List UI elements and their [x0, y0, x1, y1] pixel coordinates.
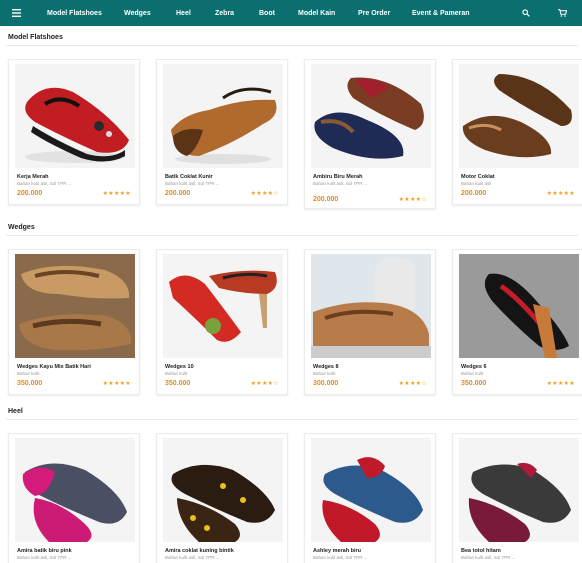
section-divider	[6, 45, 578, 46]
product-name[interactable]: Wedges Kayu Mix Batik Hari	[17, 364, 91, 370]
search-button[interactable]	[516, 0, 536, 26]
nav-link-model-kain[interactable]: Model Kain	[298, 10, 335, 17]
rating-stars: ★★★★☆	[250, 381, 279, 387]
product-name[interactable]: Motor Coklat	[461, 174, 495, 180]
product-card[interactable]: Bea totol hitam Bahan kulit asli, Sol TP…	[452, 433, 582, 563]
product-image[interactable]	[459, 254, 579, 358]
product-card[interactable]: Wedges 8 Bahan kulit 300.000 ★★★★☆	[304, 249, 436, 395]
product-description: Bahan kulit asli	[461, 181, 492, 186]
nav-link-event-pameran[interactable]: Event & Pameran	[412, 10, 470, 17]
product-name[interactable]: Batik Coklat Kunir	[165, 174, 213, 180]
product-name[interactable]: Ashley merah biru	[313, 548, 361, 554]
product-image[interactable]	[311, 254, 431, 358]
product-image[interactable]	[311, 64, 431, 168]
product-card[interactable]: Wedges 6 Bahan kulit 350.000 ★★★★★	[452, 249, 582, 395]
product-price: 350.000	[17, 380, 43, 387]
product-image[interactable]	[163, 254, 283, 358]
product-name[interactable]: Kerja Merah	[17, 174, 49, 180]
product-image[interactable]	[311, 438, 431, 542]
product-card[interactable]: Motor Coklat Bahan kulit asli 200.000 ★★…	[452, 59, 582, 205]
product-card[interactable]: Batik Coklat Kunir Bahan kulit asli, Sol…	[156, 59, 288, 205]
product-price: 200.000	[17, 190, 43, 197]
nav-link-wedges[interactable]: Wedges	[124, 10, 151, 17]
product-price: 350.000	[165, 380, 191, 387]
nav-link-heel[interactable]: Heel	[176, 10, 191, 17]
nav-link-zebra[interactable]: Zebra	[215, 10, 234, 17]
nav-link-model-flatshoes[interactable]: Model Flatshoes	[47, 10, 102, 17]
product-description: Bahan kulit asli, Sol TPR ...	[17, 555, 72, 560]
product-image[interactable]	[459, 64, 579, 168]
product-description: Bahan kulit	[165, 371, 188, 376]
product-description: Bahan kulit asli, Sol TPR ...	[165, 555, 220, 560]
product-description: Bahan kulit asli, Sol TPR ...	[313, 555, 368, 560]
product-name[interactable]: Bea totol hitam	[461, 548, 501, 554]
cart-icon	[557, 9, 567, 17]
product-card[interactable]: Wedges 10 Bahan kulit 350.000 ★★★★☆	[156, 249, 288, 395]
nav-link-boot[interactable]: Boot	[259, 10, 275, 17]
product-price: 200.000	[461, 190, 487, 197]
product-name[interactable]: Amira coklat kuning bintik	[165, 548, 234, 554]
product-image[interactable]	[15, 254, 135, 358]
top-navbar: Model Flatshoes Wedges Heel Zebra Boot M…	[0, 0, 582, 26]
rating-stars: ★★★★★	[546, 381, 575, 387]
product-image[interactable]	[459, 438, 579, 542]
menu-toggle-button[interactable]	[0, 0, 32, 26]
product-card[interactable]: Ambiru Biru Merah Bahan kulit asli, Sol …	[304, 59, 436, 209]
section-divider	[6, 235, 578, 236]
product-description: Bahan kulit	[17, 371, 40, 376]
product-price: 200.000	[165, 190, 191, 197]
nav-link-pre-order[interactable]: Pre Order	[358, 10, 390, 17]
product-name[interactable]: Wedges 8	[313, 364, 339, 370]
product-name[interactable]: Amira batik biru pink	[17, 548, 72, 554]
product-image[interactable]	[163, 438, 283, 542]
rating-stars: ★★★★★	[102, 191, 131, 197]
product-name[interactable]: Wedges 6	[461, 364, 487, 370]
product-description: Bahan kulit	[313, 371, 336, 376]
hamburger-icon	[11, 9, 21, 17]
rating-stars: ★★★★★	[546, 191, 575, 197]
search-icon	[522, 9, 530, 17]
product-description: Bahan kulit asli, Sol TPR ...	[165, 181, 220, 186]
product-name[interactable]: Wedges 10	[165, 364, 194, 370]
rating-stars: ★★★★★	[102, 381, 131, 387]
product-price: 300.000	[313, 380, 339, 387]
cart-button[interactable]	[552, 0, 572, 26]
product-description: Bahan kulit asli, Sol TPR ...	[17, 181, 72, 186]
rating-stars: ★★★★☆	[398, 381, 427, 387]
product-card[interactable]: Kerja Merah Bahan kulit asli, Sol TPR ..…	[8, 59, 140, 205]
section-title-flatshoes: Model Flatshoes	[8, 34, 63, 41]
product-price: 350.000	[461, 380, 487, 387]
product-description: Bahan kulit	[461, 371, 484, 376]
rating-stars: ★★★★☆	[250, 191, 279, 197]
product-name[interactable]: Ambiru Biru Merah	[313, 174, 363, 180]
section-divider	[6, 419, 578, 420]
product-card[interactable]: Ashley merah biru Bahan kulit asli, Sol …	[304, 433, 436, 563]
product-price: 200.000	[313, 196, 339, 203]
product-image[interactable]	[15, 438, 135, 542]
product-description: Bahan kulit asli, Sol TPR ...	[313, 181, 368, 186]
rating-stars: ★★★★☆	[398, 197, 427, 203]
product-description: Bahan kulit asli, Sol TPR ...	[461, 555, 516, 560]
product-card[interactable]: Wedges Kayu Mix Batik Hari Bahan kulit 3…	[8, 249, 140, 395]
product-card[interactable]: Amira batik biru pink Bahan kulit asli, …	[8, 433, 140, 563]
section-title-heel: Heel	[8, 408, 23, 415]
product-image[interactable]	[163, 64, 283, 168]
section-title-wedges: Wedges	[8, 224, 35, 231]
product-card[interactable]: Amira coklat kuning bintik Bahan kulit a…	[156, 433, 288, 563]
product-image[interactable]	[15, 64, 135, 168]
